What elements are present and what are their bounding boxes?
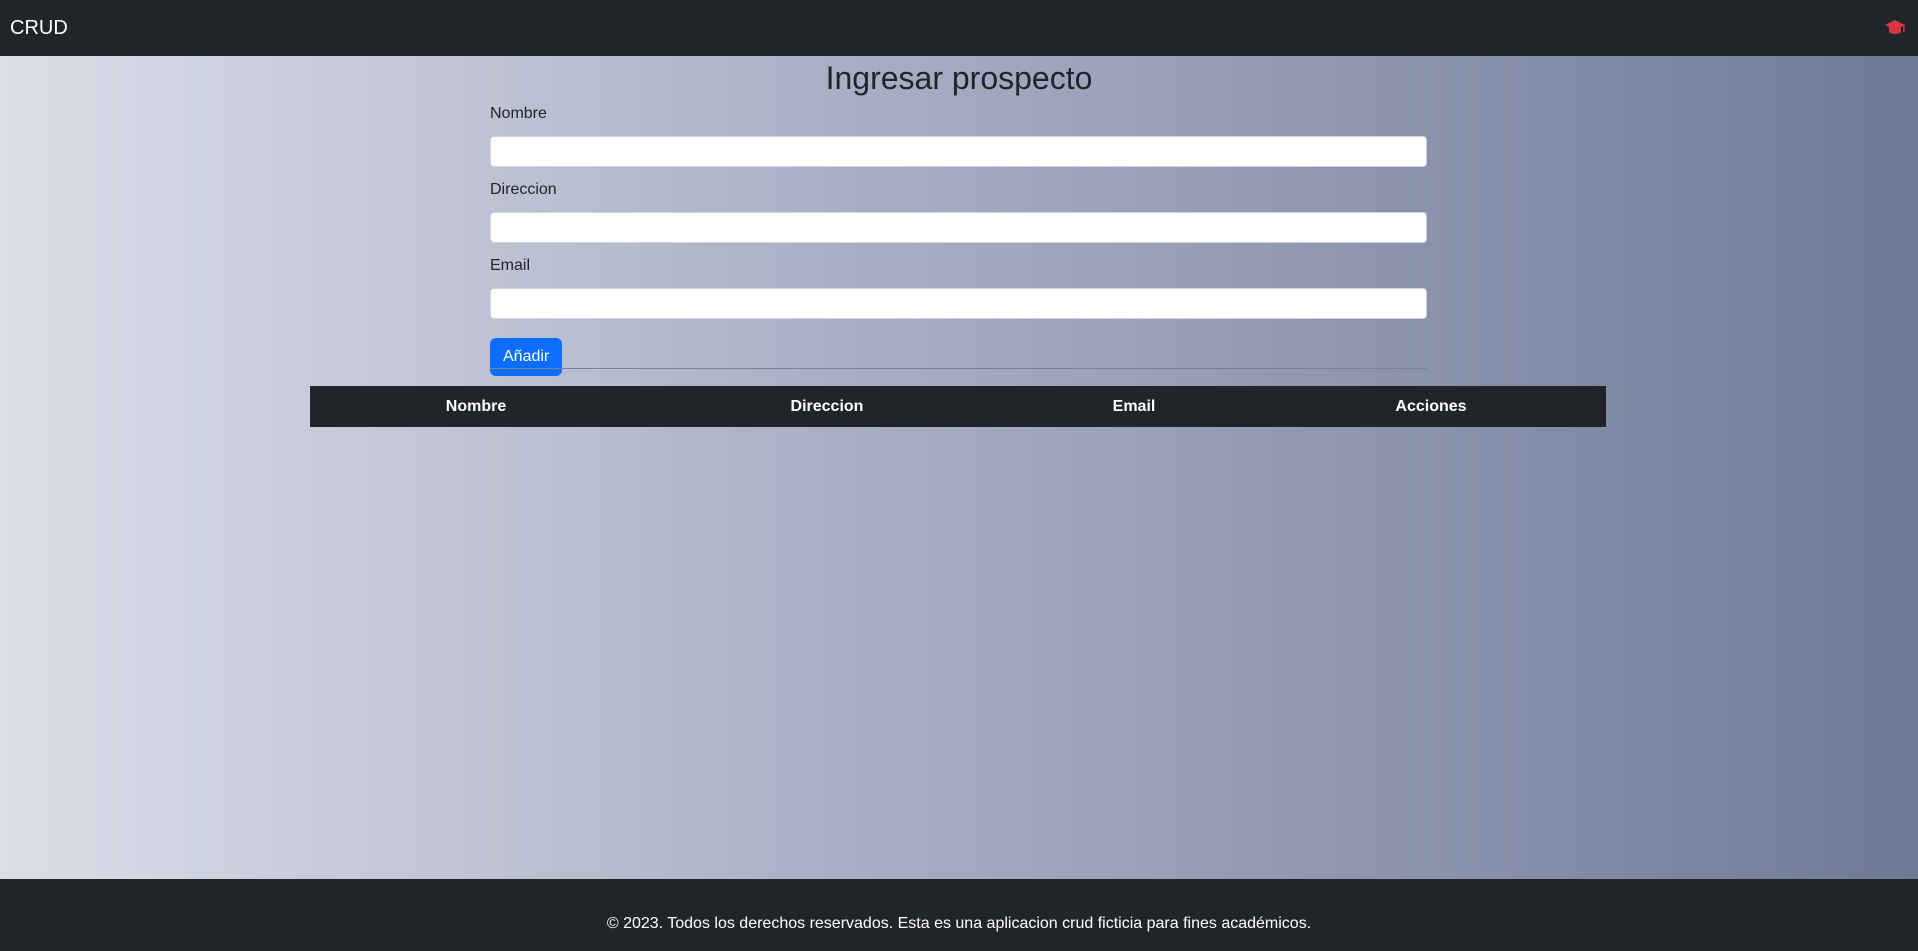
footer-text: © 2023. Todos los derechos reservados. E… xyxy=(606,915,1312,932)
add-button[interactable]: Añadir xyxy=(490,338,563,376)
column-header-acciones: Acciones xyxy=(1256,386,1606,427)
email-input[interactable] xyxy=(490,288,1427,319)
navbar: CRUD xyxy=(0,0,1918,56)
direccion-label: Direccion xyxy=(490,181,557,198)
prospect-form: Nombre Direccion Email Añadir xyxy=(490,102,1427,376)
direccion-input[interactable] xyxy=(490,212,1427,243)
nombre-label: Nombre xyxy=(490,105,547,122)
navbar-brand[interactable]: CRUD xyxy=(10,18,68,38)
column-header-direccion: Direccion xyxy=(642,386,1012,427)
column-header-email: Email xyxy=(1012,386,1256,427)
main-content: Ingresar prospecto Nombre Direccion Emai… xyxy=(0,56,1918,879)
email-label: Email xyxy=(490,257,531,274)
footer: © 2023. Todos los derechos reservados. E… xyxy=(0,879,1918,951)
divider xyxy=(490,368,1427,369)
column-header-nombre: Nombre xyxy=(310,386,642,427)
graduation-cap-icon[interactable] xyxy=(1884,19,1906,37)
nombre-input[interactable] xyxy=(490,136,1427,167)
prospects-table: Nombre Direccion Email Acciones xyxy=(310,386,1606,427)
table-header-row: Nombre Direccion Email Acciones xyxy=(310,386,1606,427)
page-title: Ingresar prospecto xyxy=(825,60,1093,96)
